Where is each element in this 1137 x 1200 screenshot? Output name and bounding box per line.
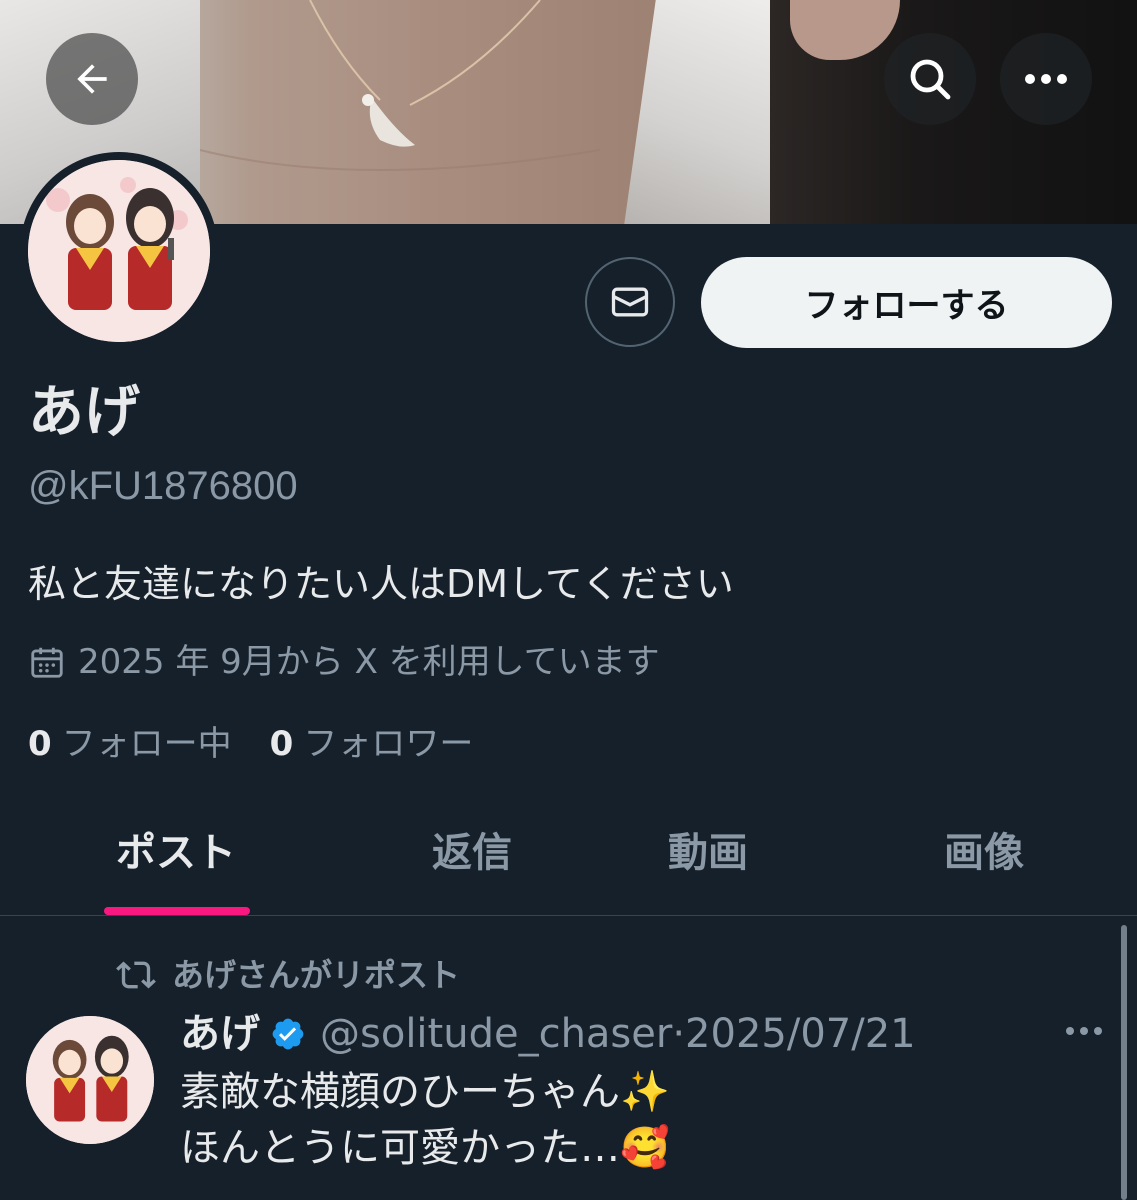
arrow-left-icon (77, 64, 107, 94)
post-author-name[interactable]: あげ (180, 1006, 260, 1062)
post-header: あげ @solitude_chaser · 2025/07/21 (180, 1006, 916, 1062)
followers-link[interactable]: 0 フォロワー (270, 716, 474, 772)
followers-label: フォロワー (303, 724, 474, 764)
more-horizontal-icon (1025, 74, 1067, 84)
follow-button[interactable]: フォローする (701, 257, 1112, 348)
post-separator: · (672, 1011, 686, 1057)
followers-count: 0 (269, 724, 294, 764)
profile-bio: 私と友達になりたい人はDMしてください (28, 562, 734, 606)
display-name: あげ (28, 380, 140, 445)
avatar-image (28, 160, 210, 342)
more-options-button[interactable] (1000, 33, 1092, 125)
profile-page: フォローする あげ @kFU1876800 私と友達になりたい人はDMしてくださ… (0, 0, 1137, 1200)
envelope-icon (611, 287, 649, 317)
tab-posts[interactable]: ポスト (116, 820, 236, 886)
scrollbar[interactable] (1121, 925, 1127, 1200)
post-more-button[interactable] (1064, 1022, 1104, 1041)
post-avatar[interactable] (26, 1016, 154, 1144)
joined-text: 2025 年 9月から X を利用しています (78, 642, 660, 682)
profile-avatar[interactable] (20, 152, 218, 350)
search-icon (910, 59, 951, 100)
following-label: フォロー中 (61, 724, 232, 764)
profile-tabs: ポスト 返信 動画 画像 (0, 800, 1137, 916)
following-count: 0 (28, 724, 52, 764)
repost-context[interactable]: あげさんがリポスト (114, 950, 460, 1000)
post-text: 素敵な横顔のひーちゃん✨ ほんとうに可愛かった…🥰 (180, 1064, 670, 1176)
tab-replies[interactable]: 返信 (432, 820, 512, 886)
joined-date: 2025 年 9月から X を利用しています (28, 634, 660, 690)
post-text-line-1: 素敵な横顔のひーちゃん✨ (180, 1069, 670, 1115)
active-tab-indicator (104, 907, 250, 915)
tab-videos[interactable]: 動画 (668, 820, 748, 886)
repost-label: あげさんがリポスト (172, 956, 461, 994)
verified-badge-icon (270, 1016, 306, 1052)
message-button[interactable] (585, 257, 675, 347)
post-date[interactable]: 2025/07/21 (685, 1006, 916, 1062)
tab-images[interactable]: 画像 (944, 820, 1024, 886)
post-text-line-2: ほんとうに可愛かった…🥰 (180, 1125, 670, 1171)
avatar-illustration (28, 160, 210, 342)
search-button[interactable] (884, 33, 976, 125)
calendar-icon (31, 647, 63, 678)
post-handle: @solitude_chaser (320, 1011, 673, 1057)
following-link[interactable]: 0 フォロー中 (28, 716, 232, 772)
repost-icon (116, 961, 156, 989)
profile-handle: @kFU1876800 (28, 464, 298, 508)
post-avatar-illustration (26, 1016, 154, 1144)
follow-stats: 0 フォロー中 0 フォロワー (28, 716, 473, 772)
more-horizontal-icon (1066, 1027, 1102, 1035)
back-button[interactable] (46, 33, 138, 125)
